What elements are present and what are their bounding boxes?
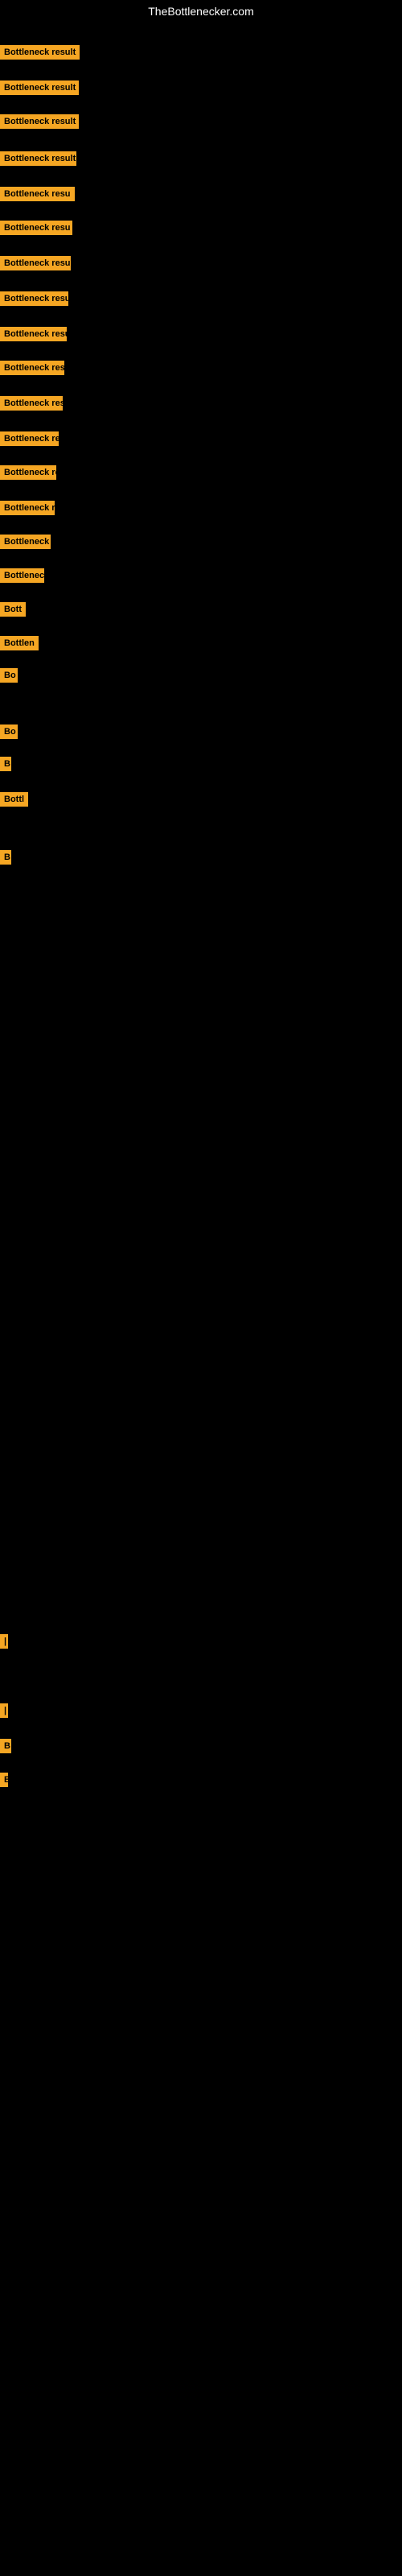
bottleneck-badge-container-1: Bottleneck result xyxy=(0,45,80,64)
bottleneck-badge-11: Bottleneck resu xyxy=(0,396,63,411)
bottleneck-badge-container-2: Bottleneck result xyxy=(0,80,79,99)
bottleneck-badge-container-12: Bottleneck res xyxy=(0,431,59,450)
bottleneck-badge-15: Bottleneck re xyxy=(0,535,51,549)
bottleneck-badge-14: Bottleneck res xyxy=(0,501,55,515)
bottleneck-badge-6: Bottleneck resu xyxy=(0,221,72,235)
bottleneck-badge-5: Bottleneck resu xyxy=(0,187,75,201)
bottleneck-badge-26: B xyxy=(0,1739,11,1753)
bottleneck-badge-container-23: B xyxy=(0,850,11,869)
bottleneck-badge-8: Bottleneck resu xyxy=(0,291,68,306)
bottleneck-badge-container-7: Bottleneck resu xyxy=(0,256,71,275)
bottleneck-badge-container-26: B xyxy=(0,1739,11,1757)
bottleneck-badge-4: Bottleneck result xyxy=(0,151,76,166)
bottleneck-badge-container-19: Bo xyxy=(0,668,18,687)
bottleneck-badge-container-18: Bottlen xyxy=(0,636,39,654)
bottleneck-badge-27: B xyxy=(0,1773,8,1787)
bottleneck-badge-container-15: Bottleneck re xyxy=(0,535,51,553)
bottleneck-badge-container-21: B xyxy=(0,757,11,775)
bottleneck-badge-container-20: Bo xyxy=(0,724,18,743)
bottleneck-badge-container-10: Bottleneck resu xyxy=(0,361,64,379)
bottleneck-badge-container-16: Bottlenec xyxy=(0,568,44,587)
bottleneck-badge-container-3: Bottleneck result xyxy=(0,114,79,133)
bottleneck-badge-10: Bottleneck resu xyxy=(0,361,64,375)
bottleneck-badge-20: Bo xyxy=(0,724,18,739)
bottleneck-badge-container-25: | xyxy=(0,1703,8,1722)
bottleneck-badge-7: Bottleneck resu xyxy=(0,256,71,270)
bottleneck-badge-12: Bottleneck res xyxy=(0,431,59,446)
bottleneck-badge-container-27: B xyxy=(0,1773,8,1791)
bottleneck-badge-container-14: Bottleneck res xyxy=(0,501,55,519)
bottleneck-badge-22: Bottl xyxy=(0,792,28,807)
bottleneck-badge-9: Bottleneck resu xyxy=(0,327,67,341)
bottleneck-badge-18: Bottlen xyxy=(0,636,39,650)
bottleneck-badge-container-9: Bottleneck resu xyxy=(0,327,67,345)
bottleneck-badge-container-4: Bottleneck result xyxy=(0,151,76,170)
bottleneck-badge-21: B xyxy=(0,757,11,771)
bottleneck-badge-container-17: Bott xyxy=(0,602,26,621)
bottleneck-badge-container-13: Bottleneck res xyxy=(0,465,56,484)
bottleneck-badge-container-24: | xyxy=(0,1634,8,1653)
bottleneck-badge-24: | xyxy=(0,1634,8,1649)
bottleneck-badge-container-6: Bottleneck resu xyxy=(0,221,72,239)
bottleneck-badge-container-22: Bottl xyxy=(0,792,28,811)
bottleneck-badge-2: Bottleneck result xyxy=(0,80,79,95)
bottleneck-badge-container-8: Bottleneck resu xyxy=(0,291,68,310)
site-title: TheBottlenecker.com xyxy=(0,0,402,23)
bottleneck-badge-25: | xyxy=(0,1703,8,1718)
bottleneck-badge-17: Bott xyxy=(0,602,26,617)
bottleneck-badge-1: Bottleneck result xyxy=(0,45,80,60)
bottleneck-badge-container-5: Bottleneck resu xyxy=(0,187,75,205)
bottleneck-badge-23: B xyxy=(0,850,11,865)
bottleneck-badge-16: Bottlenec xyxy=(0,568,44,583)
bottleneck-badge-19: Bo xyxy=(0,668,18,683)
bottleneck-badge-3: Bottleneck result xyxy=(0,114,79,129)
bottleneck-badge-container-11: Bottleneck resu xyxy=(0,396,63,415)
bottleneck-badge-13: Bottleneck res xyxy=(0,465,56,480)
